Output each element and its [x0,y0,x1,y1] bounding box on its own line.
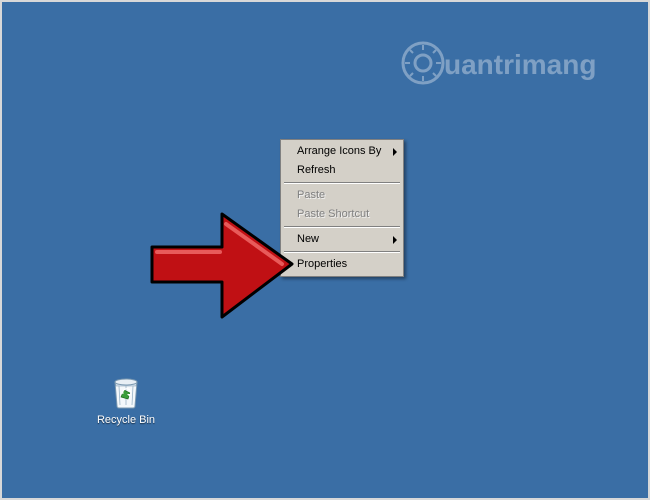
menu-properties[interactable]: Properties [283,255,401,274]
menu-paste-shortcut: Paste Shortcut [283,205,401,224]
menu-item-label: Arrange Icons By [297,145,381,157]
recycle-bin-label: Recycle Bin [96,414,156,426]
watermark-text: uantrimang [444,49,596,80]
menu-item-label: New [297,233,319,245]
submenu-arrow-icon [393,236,397,244]
menu-separator [284,226,400,228]
submenu-arrow-icon [393,148,397,156]
watermark-logo: uantrimang [398,38,618,91]
recycle-bin-icon[interactable]: Recycle Bin [96,372,156,426]
menu-item-label: Refresh [297,164,336,176]
menu-separator [284,251,400,253]
menu-item-label: Properties [297,258,347,270]
desktop[interactable]: uantrimang Recycle Bin Arrange Icons By [0,0,650,500]
menu-separator [284,182,400,184]
menu-refresh[interactable]: Refresh [283,161,401,180]
desktop-context-menu: Arrange Icons By Refresh Paste Paste Sho… [280,139,404,277]
menu-item-label: Paste Shortcut [297,208,369,220]
menu-arrange-icons-by[interactable]: Arrange Icons By [283,142,401,161]
bin-icon [109,372,143,410]
menu-item-label: Paste [297,189,325,201]
menu-paste: Paste [283,186,401,205]
menu-new[interactable]: New [283,230,401,249]
